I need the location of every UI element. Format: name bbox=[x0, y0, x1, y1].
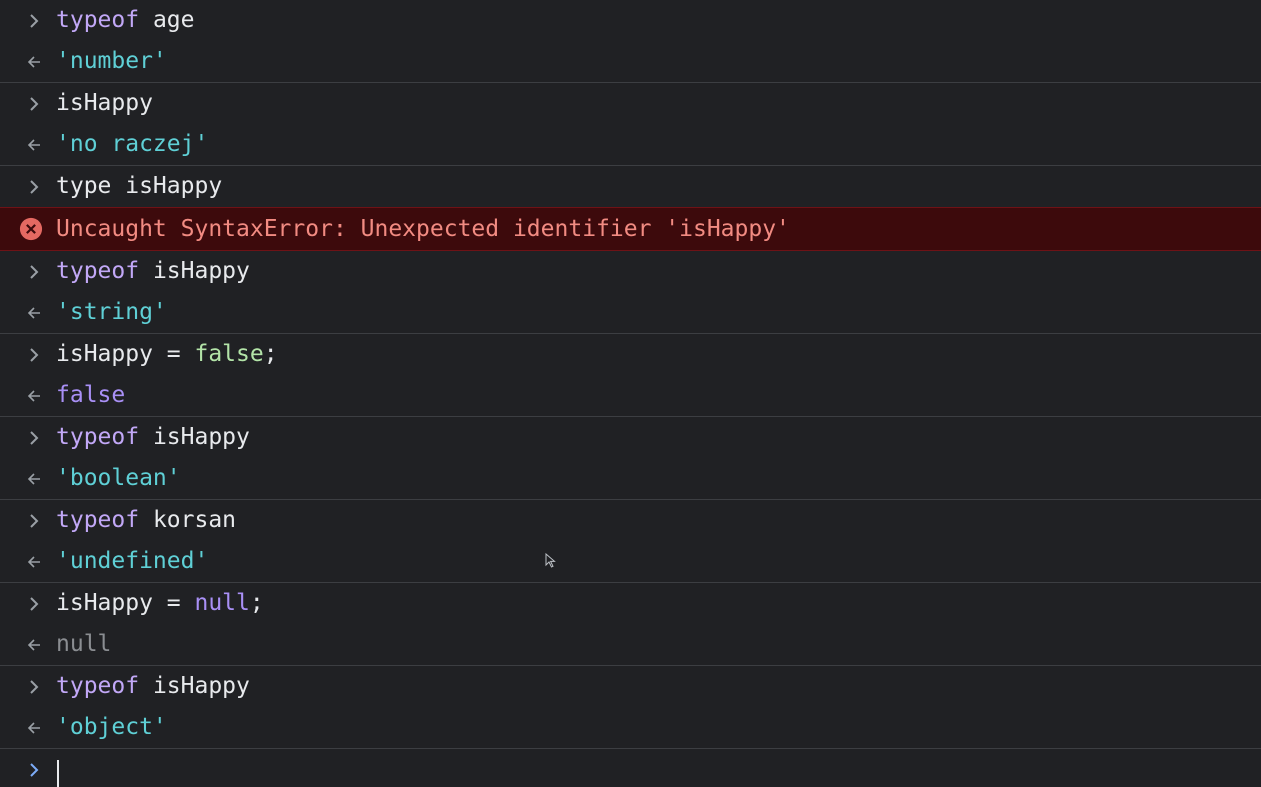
console-input: isHappy = null; bbox=[56, 590, 264, 616]
console-input: type isHappy bbox=[56, 173, 223, 199]
console-result[interactable]: null bbox=[56, 624, 111, 665]
return-arrow-icon bbox=[22, 624, 46, 665]
console-input-row[interactable]: typeof isHappy bbox=[0, 251, 1261, 292]
chevron-right-icon bbox=[22, 500, 46, 541]
return-arrow-icon bbox=[22, 375, 46, 416]
console-result-row: false bbox=[0, 375, 1261, 417]
console-result-row: 'no raczej' bbox=[0, 124, 1261, 166]
error-circle-icon bbox=[19, 208, 43, 249]
console-input-row[interactable]: type isHappy bbox=[0, 166, 1261, 207]
console-error-message: Uncaught SyntaxError: Unexpected identif… bbox=[56, 216, 790, 242]
console-input-row[interactable]: typeof isHappy bbox=[0, 666, 1261, 707]
console-result-row: 'string' bbox=[0, 292, 1261, 334]
chevron-right-icon bbox=[22, 334, 46, 375]
return-arrow-icon bbox=[22, 292, 46, 333]
console-result[interactable]: 'undefined' bbox=[56, 541, 208, 582]
console-input: typeof age bbox=[56, 7, 195, 33]
console-input: typeof korsan bbox=[56, 507, 237, 533]
console-result-row: null bbox=[0, 624, 1261, 666]
console-result[interactable]: 'object' bbox=[56, 707, 167, 748]
console-result-row: 'undefined' bbox=[0, 541, 1261, 583]
console-result[interactable]: 'boolean' bbox=[56, 458, 181, 499]
console-input-row[interactable]: typeof age bbox=[0, 0, 1261, 41]
console-input-row[interactable]: isHappy = null; bbox=[0, 583, 1261, 624]
console-error-row[interactable]: Uncaught SyntaxError: Unexpected identif… bbox=[0, 207, 1261, 251]
text-caret bbox=[57, 760, 59, 787]
console-result-row: 'number' bbox=[0, 41, 1261, 83]
console-result[interactable]: false bbox=[56, 375, 125, 416]
console-input: typeof isHappy bbox=[56, 258, 250, 284]
console-input-row[interactable]: typeof korsan bbox=[0, 500, 1261, 541]
chevron-right-icon bbox=[22, 583, 46, 624]
chevron-right-icon bbox=[22, 0, 46, 41]
return-arrow-icon bbox=[22, 541, 46, 582]
chevron-right-icon bbox=[22, 83, 46, 124]
return-arrow-icon bbox=[22, 124, 46, 165]
console-input-row[interactable]: typeof isHappy bbox=[0, 417, 1261, 458]
console-result[interactable]: 'number' bbox=[56, 41, 167, 82]
console-result[interactable]: 'no raczej' bbox=[56, 124, 208, 165]
return-arrow-icon bbox=[22, 458, 46, 499]
devtools-console: typeof age 'number' isHappy 'no raczej' … bbox=[0, 0, 1261, 787]
console-input: typeof isHappy bbox=[56, 424, 250, 450]
console-result[interactable]: 'string' bbox=[56, 292, 167, 333]
console-input-row[interactable]: isHappy bbox=[0, 83, 1261, 124]
console-prompt[interactable] bbox=[0, 749, 1261, 787]
console-input: typeof isHappy bbox=[56, 673, 250, 699]
console-input-row[interactable]: isHappy = false; bbox=[0, 334, 1261, 375]
chevron-right-icon bbox=[22, 166, 46, 207]
return-arrow-icon bbox=[22, 41, 46, 82]
mouse-pointer-icon bbox=[545, 549, 557, 575]
chevron-right-icon bbox=[22, 749, 46, 787]
chevron-right-icon bbox=[22, 251, 46, 292]
chevron-right-icon bbox=[22, 666, 46, 707]
console-input: isHappy bbox=[56, 90, 153, 116]
chevron-right-icon bbox=[22, 417, 46, 458]
console-result-row: 'boolean' bbox=[0, 458, 1261, 500]
console-input: isHappy = false; bbox=[56, 341, 278, 367]
console-result-row: 'object' bbox=[0, 707, 1261, 749]
return-arrow-icon bbox=[22, 707, 46, 748]
